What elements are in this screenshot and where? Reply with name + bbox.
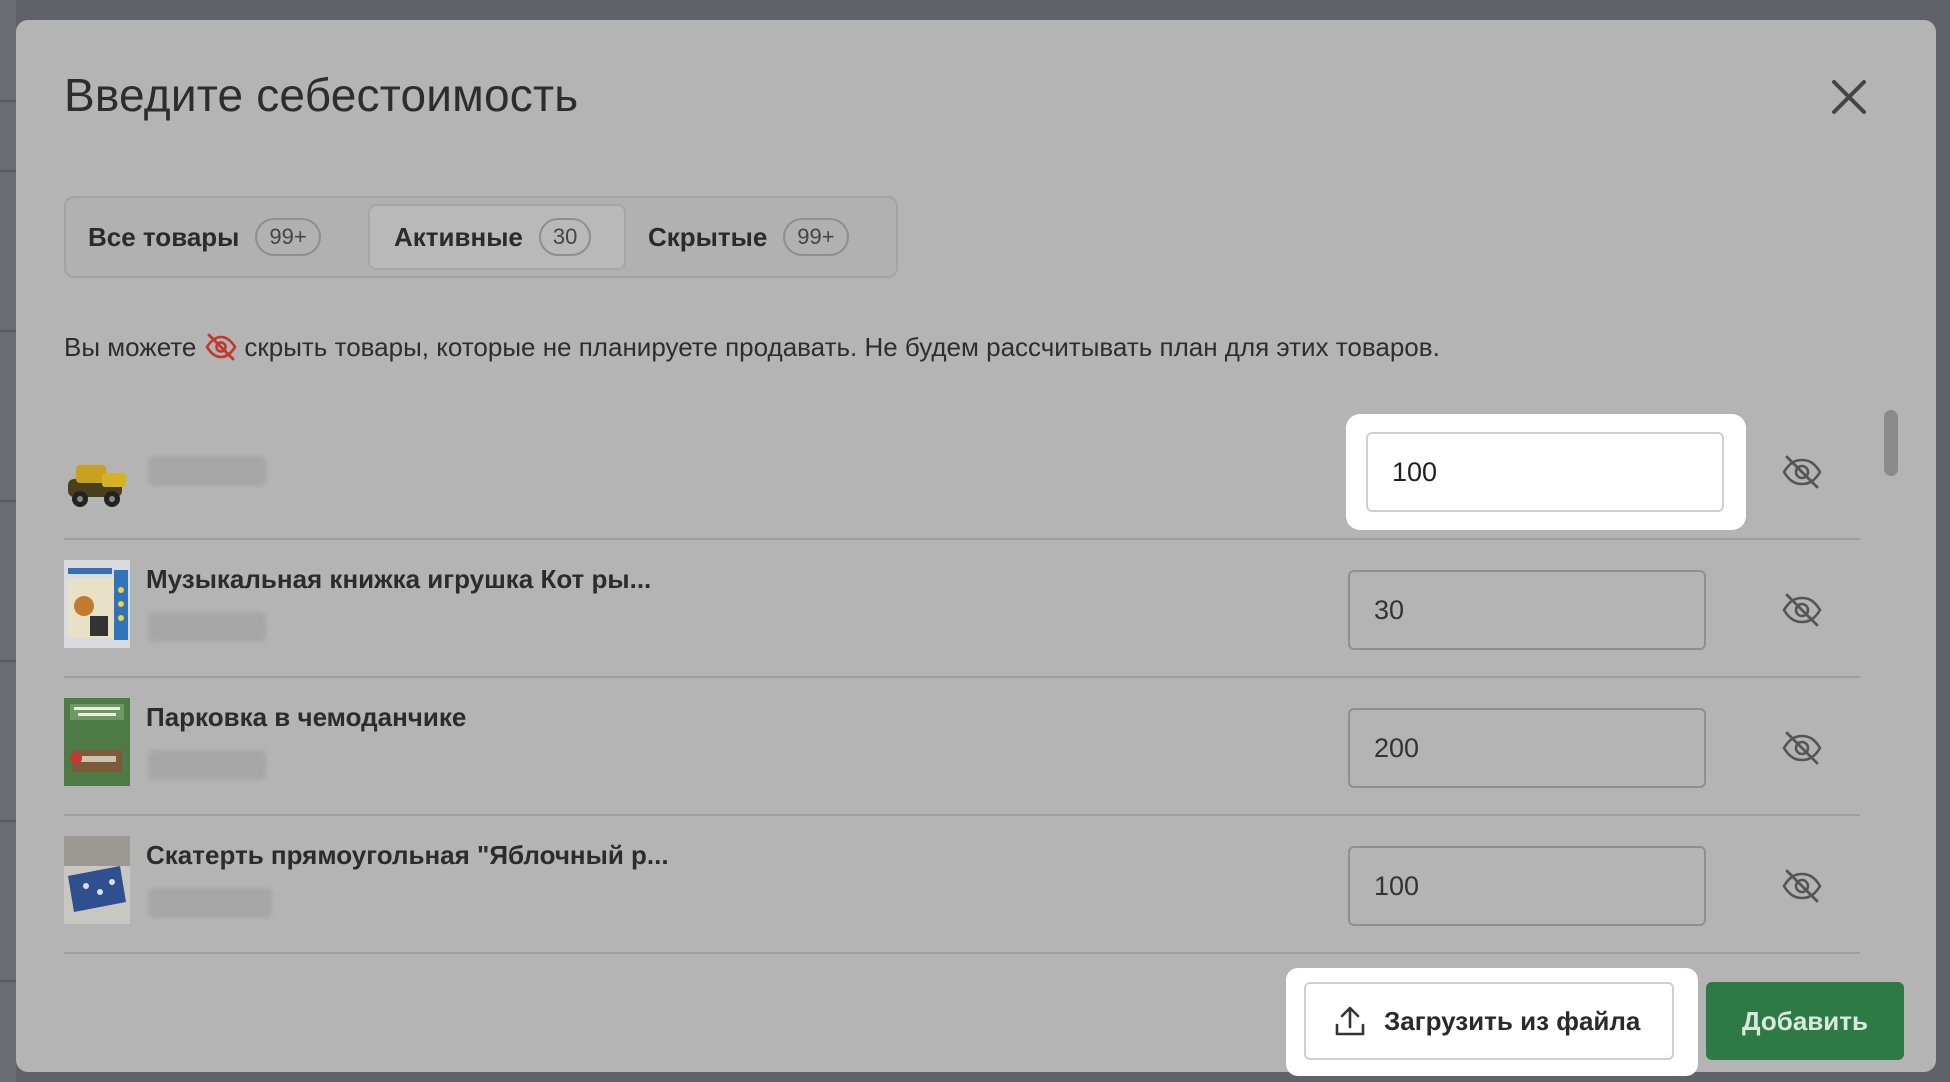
cost-input[interactable]: 30 <box>1348 570 1706 650</box>
product-sku-blurred <box>148 750 266 780</box>
eye-off-icon <box>205 333 237 361</box>
product-sku-blurred <box>148 888 272 918</box>
background-divider <box>0 100 16 102</box>
eye-off-icon[interactable] <box>1780 726 1824 770</box>
product-thumbnail <box>64 836 130 924</box>
product-name: Скатерть прямоугольная "Яблочный р... <box>146 840 669 870</box>
background-page <box>0 0 16 1082</box>
product-sku-blurred <box>148 612 266 642</box>
list-item: Скатерть прямоугольная "Яблочный р... 10… <box>64 816 1864 954</box>
eye-off-icon[interactable] <box>1780 864 1824 908</box>
cost-input[interactable]: 100 <box>1366 432 1724 512</box>
tab-count-badge: 99+ <box>783 218 849 256</box>
tab-all-products[interactable]: Все товары 99+ <box>88 204 340 270</box>
product-name: Музыкальная книжка игрушка Кот ры... <box>146 564 652 594</box>
product-thumbnail <box>64 560 130 648</box>
product-name: Парковка в чемоданчике <box>146 702 467 732</box>
info-text-end: скрыть товары, которые не планируете про… <box>244 331 1440 362</box>
tab-hidden[interactable]: Скрытые 99+ <box>648 204 888 270</box>
eye-off-icon[interactable] <box>1780 588 1824 632</box>
add-button[interactable]: Добавить <box>1706 982 1904 1060</box>
modal-title: Введите себестоимость <box>64 69 579 121</box>
product-thumbnail <box>64 438 130 507</box>
tab-count-badge: 30 <box>538 218 592 256</box>
product-thumbnail <box>64 698 130 786</box>
cost-input[interactable]: 200 <box>1348 708 1706 788</box>
info-text-start: Вы можете <box>64 331 197 362</box>
tab-count-badge: 99+ <box>255 218 321 256</box>
background-divider <box>0 820 16 822</box>
product-sku-blurred <box>148 456 266 486</box>
scrollbar-thumb[interactable] <box>1884 410 1898 476</box>
background-divider <box>0 500 16 502</box>
tab-label: Активные <box>394 221 523 252</box>
row-divider <box>64 952 1860 954</box>
tab-bar: Все товары 99+ Активные 30 Скрытые 99+ <box>64 196 898 278</box>
cost-input[interactable]: 100 <box>1348 846 1706 926</box>
tab-active[interactable]: Активные 30 <box>368 204 626 270</box>
info-text: Вы можете скрыть товары, которые не план… <box>64 330 1440 364</box>
background-divider <box>0 170 16 172</box>
upload-icon <box>1335 1006 1365 1036</box>
background-divider <box>0 660 16 662</box>
background-divider <box>0 330 16 332</box>
list-item: Парковка в чемоданчике 200 <box>64 678 1864 816</box>
background-divider <box>0 980 16 982</box>
cost-modal: Введите себестоимость Все товары 99+ Акт… <box>16 20 1936 1076</box>
upload-button-label: Загрузить из файла <box>1384 1005 1641 1036</box>
tab-label: Скрытые <box>648 221 768 252</box>
list-item: Музыкальная книжка игрушка Кот ры... 30 <box>64 540 1864 678</box>
eye-off-icon[interactable] <box>1780 450 1824 494</box>
scrollbar-track[interactable] <box>1880 406 1898 962</box>
upload-from-file-button[interactable]: Загрузить из файла <box>1304 982 1674 1060</box>
tab-label: Все товары <box>88 221 240 252</box>
close-icon[interactable] <box>1824 72 1874 122</box>
